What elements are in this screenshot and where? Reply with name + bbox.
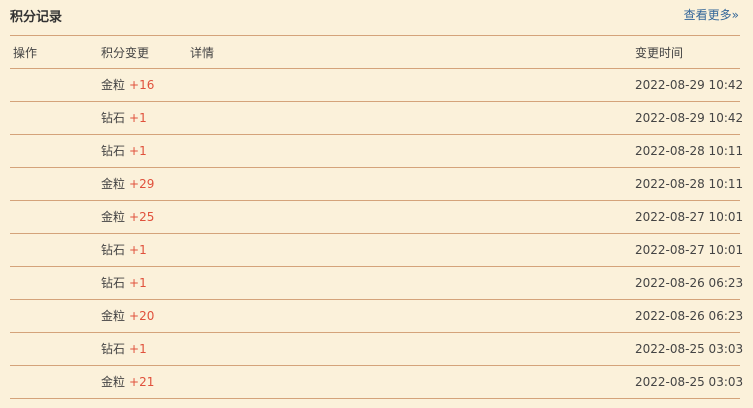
points-type: 钻石 (101, 243, 126, 257)
points-change-cell: 钻石 +1 (101, 333, 147, 365)
change-time: 2022-08-26 06:23 (635, 276, 744, 290)
points-amount: +29 (129, 177, 155, 191)
table-row: 钻石 +1 2022-08-26 06:23 (10, 266, 744, 299)
points-type: 金粒 (101, 177, 126, 191)
points-amount: +1 (129, 243, 147, 257)
points-amount: +1 (129, 111, 147, 125)
points-change-cell: 金粒 +21 (101, 366, 154, 398)
points-amount: +16 (129, 78, 155, 92)
panel-header: 积分记录 查看更多» (0, 0, 753, 32)
points-type: 钻石 (101, 276, 126, 290)
column-header-action: 操作 (13, 46, 38, 60)
points-change-cell: 金粒 +20 (101, 300, 154, 332)
change-time: 2022-08-27 10:01 (635, 210, 744, 224)
table-row: 钻石 +1 2022-08-29 10:42 (10, 101, 744, 134)
points-change-cell: 钻石 +1 (101, 234, 147, 266)
table-row: 金粒 +29 2022-08-28 10:11 (10, 167, 744, 200)
table-row: 金粒 +16 2022-08-29 10:42 (10, 68, 744, 101)
points-amount: +20 (129, 309, 155, 323)
change-time: 2022-08-26 06:23 (635, 309, 744, 323)
points-change-cell: 金粒 +29 (101, 168, 154, 200)
change-time: 2022-08-25 03:03 (635, 342, 744, 356)
points-type: 钻石 (101, 342, 126, 356)
table-row: 钻石 +1 2022-08-27 10:01 (10, 233, 744, 266)
table-row: 钻石 +1 2022-08-25 03:03 (10, 332, 744, 365)
points-change-cell: 金粒 +25 (101, 201, 154, 233)
points-type: 钻石 (101, 144, 126, 158)
change-time: 2022-08-28 10:11 (635, 177, 744, 191)
column-header-change-time: 变更时间 (635, 46, 684, 60)
change-time: 2022-08-28 10:11 (635, 144, 744, 158)
points-type: 金粒 (101, 78, 126, 92)
points-change-cell: 钻石 +1 (101, 135, 147, 167)
points-change-cell: 钻石 +1 (101, 267, 147, 299)
points-type: 钻石 (101, 111, 126, 125)
points-amount: +25 (129, 210, 155, 224)
view-more-link[interactable]: 查看更多» (684, 6, 739, 23)
table-header-row: 操作 积分变更 详情 变更时间 (10, 35, 740, 68)
points-amount: +1 (129, 342, 147, 356)
points-type: 金粒 (101, 309, 126, 323)
change-time: 2022-08-29 10:42 (635, 78, 744, 92)
table-row: 金粒 +21 2022-08-25 03:03 (10, 365, 744, 399)
table-row: 金粒 +20 2022-08-26 06:23 (10, 299, 744, 332)
column-header-points-change: 积分变更 (101, 46, 150, 60)
points-amount: +21 (129, 375, 155, 389)
points-change-cell: 金粒 +16 (101, 69, 154, 101)
points-change-cell: 钻石 +1 (101, 102, 147, 134)
points-amount: +1 (129, 144, 147, 158)
table-row: 金粒 +25 2022-08-27 10:01 (10, 200, 744, 233)
points-type: 金粒 (101, 375, 126, 389)
change-time: 2022-08-27 10:01 (635, 243, 744, 257)
points-amount: +1 (129, 276, 147, 290)
change-time: 2022-08-25 03:03 (635, 375, 744, 389)
column-header-details: 详情 (190, 46, 215, 60)
points-record-table: 操作 积分变更 详情 变更时间 金粒 +16 2022-08-29 10:42 钻… (10, 35, 744, 399)
panel-title: 积分记录 (10, 10, 63, 25)
points-type: 金粒 (101, 210, 126, 224)
change-time: 2022-08-29 10:42 (635, 111, 744, 125)
table-row: 钻石 +1 2022-08-28 10:11 (10, 134, 744, 167)
